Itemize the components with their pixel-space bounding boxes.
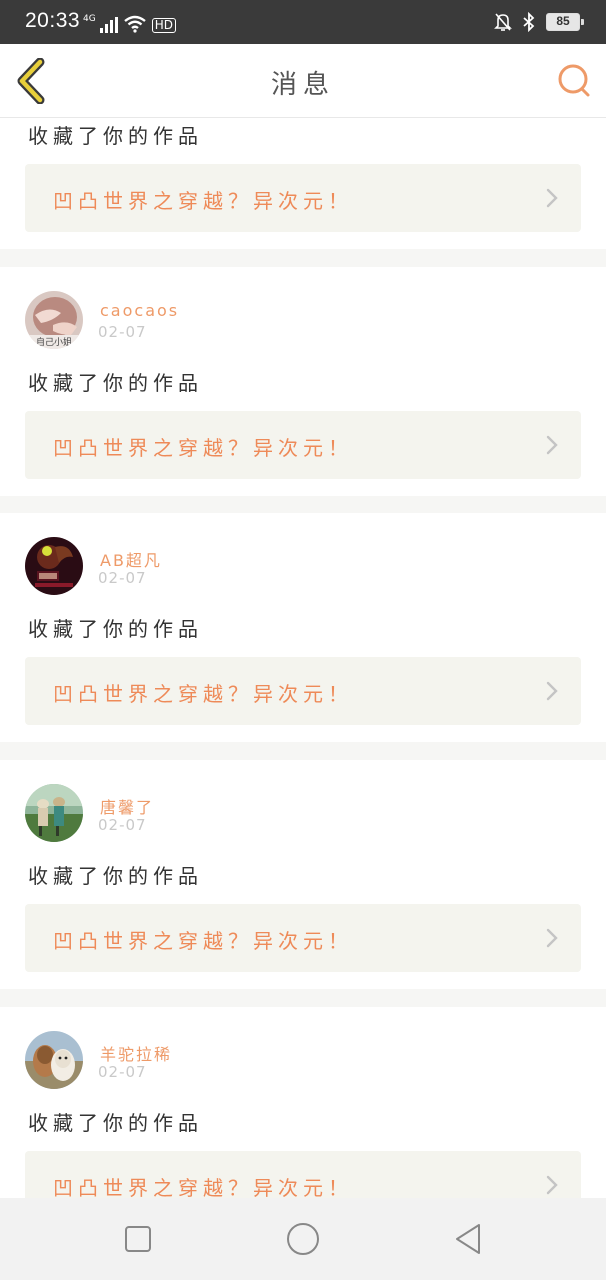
search-button[interactable] — [556, 62, 592, 98]
back-triangle-icon[interactable] — [452, 1222, 486, 1256]
username[interactable]: 唐馨了 — [100, 794, 154, 818]
bluetooth-icon — [523, 12, 535, 32]
message-date: 02-07 — [98, 323, 147, 341]
home-circle-icon[interactable] — [286, 1222, 320, 1256]
signal-icon — [99, 17, 118, 33]
message-card: AB超凡 02-07 收藏了你的作品 凹凸世界之穿越？异次元！ — [0, 513, 606, 742]
battery-icon: 85 — [546, 13, 584, 31]
chevron-right-icon — [546, 681, 558, 701]
username[interactable]: 羊驼拉稀 — [100, 1041, 172, 1065]
message-action: 收藏了你的作品 — [28, 371, 203, 395]
message-action: 收藏了你的作品 — [28, 124, 203, 148]
message-action: 收藏了你的作品 — [28, 864, 203, 888]
username[interactable]: AB超凡 — [100, 547, 162, 571]
chevron-right-icon — [546, 188, 558, 208]
status-time: 20:33 — [25, 9, 81, 32]
recents-square-icon[interactable] — [121, 1222, 155, 1256]
work-title: 凹凸世界之穿越？异次元！ — [53, 929, 353, 953]
message-action: 收藏了你的作品 — [28, 1111, 203, 1135]
message-card: 唐馨了 02-07 收藏了你的作品 凹凸世界之穿越？异次元！ — [0, 760, 606, 989]
status-left-icons: 4G HD — [83, 15, 176, 33]
work-title: 凹凸世界之穿越？异次元！ — [53, 436, 353, 460]
chevron-right-icon — [546, 1175, 558, 1195]
avatar[interactable] — [25, 784, 83, 842]
avatar-text: 自己小姐 — [36, 336, 72, 348]
message-card: 自己小姐 caocaos 02-07 收藏了你的作品 凹凸世界之穿越？异次元！ — [0, 267, 606, 496]
mute-icon — [494, 13, 512, 31]
message-list[interactable]: 收藏了你的作品 凹凸世界之穿越？异次元！ 自己小姐 caocaos 02-07 … — [0, 118, 606, 1198]
chevron-right-icon — [546, 928, 558, 948]
message-date: 02-07 — [98, 569, 147, 587]
hd-icon: HD — [151, 18, 176, 33]
work-link[interactable]: 凹凸世界之穿越？异次元！ — [25, 164, 581, 232]
message-date: 02-07 — [98, 816, 147, 834]
status-right-icons: 85 — [494, 12, 584, 32]
message-date: 02-07 — [98, 1063, 147, 1081]
work-title: 凹凸世界之穿越？异次元！ — [53, 189, 353, 213]
avatar[interactable] — [25, 537, 83, 595]
chevron-right-icon — [546, 435, 558, 455]
message-card: 羊驼拉稀 02-07 收藏了你的作品 凹凸世界之穿越？异次元！ — [0, 1007, 606, 1198]
status-bar: 20:33 4G HD 85 — [0, 0, 606, 44]
work-link[interactable]: 凹凸世界之穿越？异次元！ — [25, 904, 581, 972]
message-card: 收藏了你的作品 凹凸世界之穿越？异次元！ — [0, 118, 606, 249]
wifi-icon — [123, 15, 146, 33]
work-link[interactable]: 凹凸世界之穿越？异次元！ — [25, 1151, 581, 1198]
system-nav-bar — [0, 1198, 606, 1280]
work-title: 凹凸世界之穿越？异次元！ — [53, 682, 353, 706]
message-action: 收藏了你的作品 — [28, 617, 203, 641]
work-link[interactable]: 凹凸世界之穿越？异次元！ — [25, 411, 581, 479]
work-title: 凹凸世界之穿越？异次元！ — [53, 1176, 353, 1198]
avatar[interactable]: 自己小姐 — [25, 291, 83, 349]
header: 消息 — [0, 44, 606, 118]
work-link[interactable]: 凹凸世界之穿越？异次元！ — [25, 657, 581, 725]
username[interactable]: caocaos — [100, 301, 179, 320]
network-type: 4G — [83, 14, 96, 24]
avatar[interactable] — [25, 1031, 83, 1089]
page-title: 消息 — [270, 70, 335, 100]
